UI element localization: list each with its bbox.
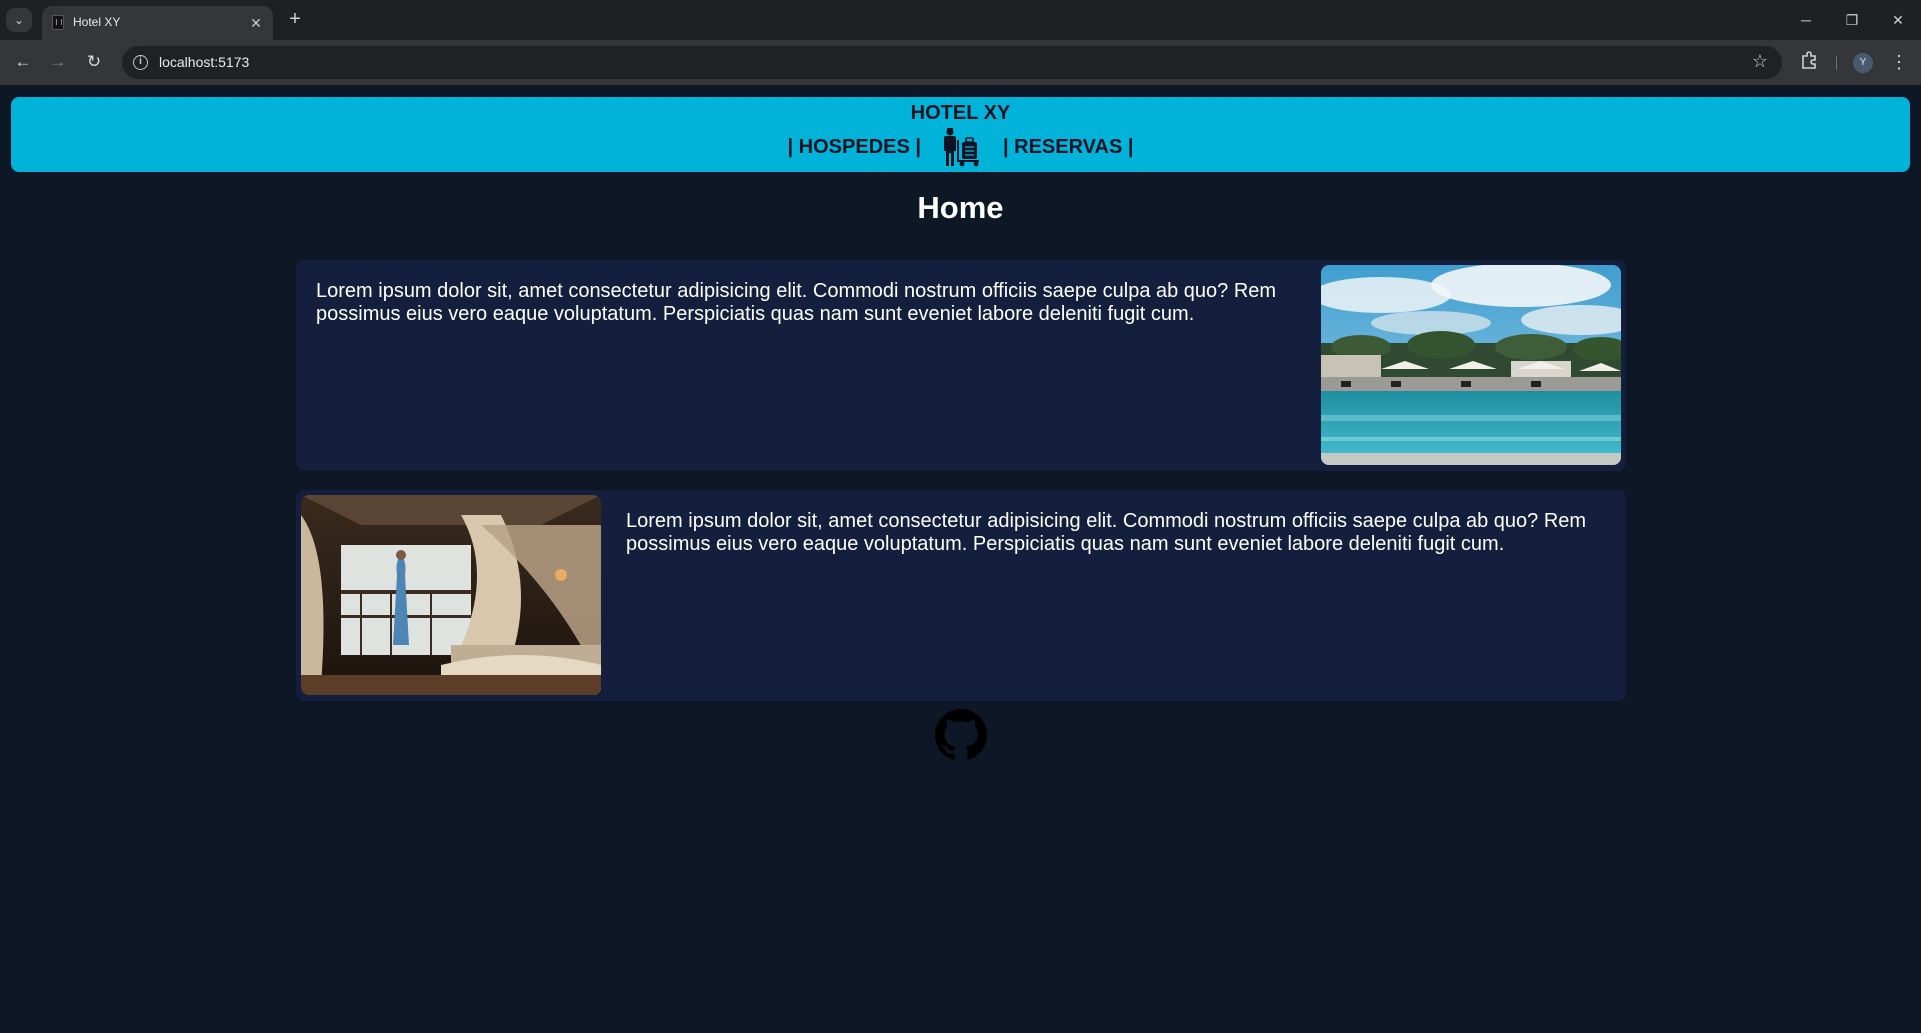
hotel-favicon-icon (52, 15, 64, 30)
github-icon[interactable] (935, 709, 987, 761)
bellhop-luggage-icon (941, 127, 983, 167)
profile-avatar[interactable]: Y (1853, 53, 1873, 73)
back-arrow-icon[interactable]: ← (9, 48, 37, 76)
tab-title: Hotel XY (73, 15, 121, 29)
url-text[interactable]: localhost:5173 (159, 54, 249, 70)
page-viewport: HOTEL XY | HOSPEDES | | RESERVAS | Home … (0, 85, 1921, 1033)
reload-icon[interactable]: ↻ (80, 48, 108, 76)
close-window-icon[interactable]: ✕ (1875, 6, 1921, 34)
card-text: Lorem ipsum dolor sit, amet consectetur … (316, 280, 1277, 325)
hotel-room-image (301, 495, 601, 695)
tab-search-chevron-icon[interactable]: ⌄ (6, 8, 32, 32)
browser-tab[interactable]: Hotel XY ✕ (42, 6, 273, 40)
nav-link-reservations[interactable]: | RESERVAS | (1003, 136, 1134, 159)
browser-toolbar: ← → ↻ i localhost:5173 ☆ Y ⋮ (0, 40, 1921, 85)
content-card: Lorem ipsum dolor sit, amet consectetur … (296, 260, 1626, 471)
page-title: Home (917, 190, 1004, 225)
tab-close-icon[interactable]: ✕ (247, 14, 265, 32)
forward-arrow-icon[interactable]: → (44, 48, 72, 76)
site-info-icon[interactable]: i (133, 55, 148, 70)
address-bar[interactable]: i localhost:5173 ☆ (122, 46, 1782, 79)
kebab-menu-icon[interactable]: ⋮ (1889, 49, 1909, 75)
restore-icon[interactable]: ❐ (1829, 6, 1875, 34)
extensions-puzzle-icon[interactable] (1798, 50, 1822, 74)
site-header: HOTEL XY | HOSPEDES | | RESERVAS | (11, 97, 1910, 172)
hotel-pool-image (1321, 265, 1621, 465)
toolbar-separator (1836, 56, 1837, 70)
site-title: HOTEL XY (910, 102, 1011, 124)
bookmark-star-icon[interactable]: ☆ (1752, 51, 1768, 72)
content-card: Lorem ipsum dolor sit, amet consectetur … (296, 490, 1626, 701)
card-text: Lorem ipsum dolor sit, amet consectetur … (626, 510, 1587, 555)
nav-link-guests[interactable]: | HOSPEDES | (788, 136, 921, 159)
minimize-icon[interactable]: ─ (1783, 6, 1829, 34)
site-nav: | HOSPEDES | | RESERVAS | (11, 127, 1910, 167)
browser-tab-bar: ⌄ Hotel XY ✕ + ─ ❐ ✕ (0, 0, 1921, 40)
new-tab-plus-icon[interactable]: + (283, 8, 307, 32)
